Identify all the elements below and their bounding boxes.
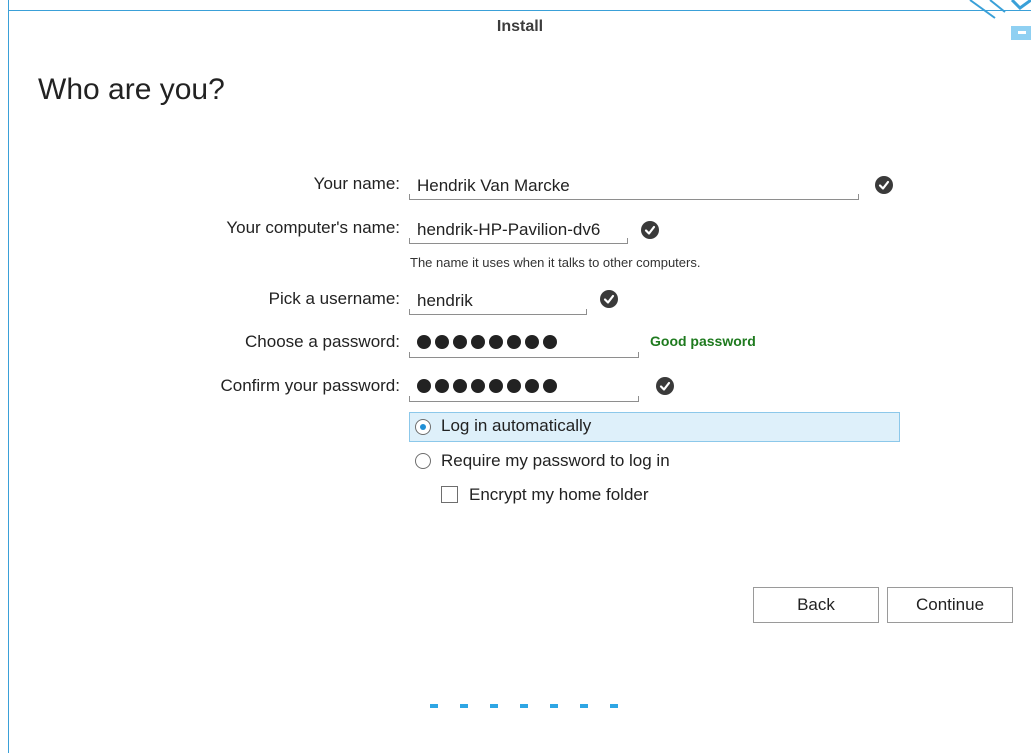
back-button[interactable]: Back (753, 587, 879, 623)
login-require-option[interactable]: Require my password to log in (410, 447, 750, 475)
progress-step (460, 704, 468, 708)
progress-step (550, 704, 558, 708)
name-field[interactable]: Hendrik Van Marcke (409, 173, 859, 200)
confirm-password-field[interactable] (409, 375, 639, 402)
computer-name-value: hendrik-HP-Pavilion-dv6 (417, 220, 601, 239)
window-title: Install (496, 18, 544, 35)
confirm-password-label: Confirm your password: (220, 376, 400, 395)
progress-step (430, 704, 438, 708)
login-require-radio[interactable] (415, 453, 431, 469)
encrypt-home-label: Encrypt my home folder (469, 485, 649, 504)
login-require-label: Require my password to log in (441, 451, 670, 470)
progress-step (490, 704, 498, 708)
computer-name-valid-check-icon (641, 221, 659, 239)
password-strength-label: Good password (650, 333, 756, 349)
password-field[interactable] (409, 331, 639, 358)
encrypt-home-option[interactable]: Encrypt my home folder (440, 481, 700, 509)
password-mask (417, 335, 557, 349)
computer-name-hint: The name it uses when it talks to other … (410, 255, 701, 270)
continue-button[interactable]: Continue (887, 587, 1013, 623)
progress-step (610, 704, 618, 708)
username-value: hendrik (417, 291, 473, 310)
page-title: Who are you? (38, 73, 225, 106)
login-auto-radio[interactable] (415, 419, 431, 435)
install-progress-indicator (430, 704, 618, 708)
name-label: Your name: (313, 174, 400, 193)
encrypt-home-checkbox[interactable] (441, 486, 458, 503)
login-auto-option[interactable]: Log in automatically (409, 412, 900, 442)
installer-window: Install Who are you? Your name: Hendrik … (0, 0, 1031, 753)
progress-step (520, 704, 528, 708)
confirm-password-mask (417, 379, 557, 393)
username-field[interactable]: hendrik (409, 288, 587, 315)
window-corner-decoration-icon (969, 0, 1031, 40)
name-valid-check-icon (875, 176, 893, 194)
progress-step (580, 704, 588, 708)
login-auto-label: Log in automatically (441, 416, 592, 435)
username-label: Pick a username: (268, 289, 400, 308)
computer-name-field[interactable]: hendrik-HP-Pavilion-dv6 (409, 217, 628, 244)
titlebar[interactable]: Install (9, 11, 1031, 47)
window-frame-left (8, 0, 9, 753)
password-label: Choose a password: (245, 332, 400, 351)
username-valid-check-icon (600, 290, 618, 308)
confirm-password-valid-check-icon (656, 377, 674, 395)
computer-name-label: Your computer's name: (226, 218, 400, 237)
name-value: Hendrik Van Marcke (417, 176, 570, 195)
